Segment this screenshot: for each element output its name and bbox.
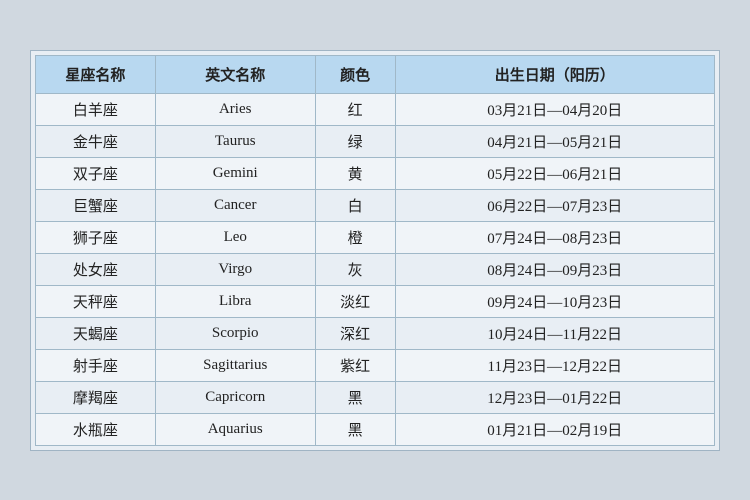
- cell-color: 灰: [315, 253, 395, 285]
- cell-english: Cancer: [155, 189, 315, 221]
- cell-date: 12月23日—01月22日: [395, 381, 714, 413]
- cell-color: 深红: [315, 317, 395, 349]
- table-row: 摩羯座Capricorn黑12月23日—01月22日: [36, 381, 715, 413]
- cell-english: Leo: [155, 221, 315, 253]
- cell-chinese: 天秤座: [36, 285, 156, 317]
- cell-english: Aries: [155, 93, 315, 125]
- cell-color: 橙: [315, 221, 395, 253]
- header-date: 出生日期（阳历）: [395, 55, 714, 93]
- cell-date: 08月24日—09月23日: [395, 253, 714, 285]
- table-row: 金牛座Taurus绿04月21日—05月21日: [36, 125, 715, 157]
- cell-date: 09月24日—10月23日: [395, 285, 714, 317]
- cell-english: Sagittarius: [155, 349, 315, 381]
- cell-chinese: 狮子座: [36, 221, 156, 253]
- cell-color: 白: [315, 189, 395, 221]
- cell-color: 紫红: [315, 349, 395, 381]
- cell-chinese: 处女座: [36, 253, 156, 285]
- cell-english: Aquarius: [155, 413, 315, 445]
- cell-chinese: 金牛座: [36, 125, 156, 157]
- cell-color: 黄: [315, 157, 395, 189]
- cell-chinese: 射手座: [36, 349, 156, 381]
- table-row: 白羊座Aries红03月21日—04月20日: [36, 93, 715, 125]
- zodiac-table-container: 星座名称 英文名称 颜色 出生日期（阳历） 白羊座Aries红03月21日—04…: [30, 50, 720, 451]
- cell-english: Libra: [155, 285, 315, 317]
- cell-chinese: 水瓶座: [36, 413, 156, 445]
- table-row: 巨蟹座Cancer白06月22日—07月23日: [36, 189, 715, 221]
- table-row: 射手座Sagittarius紫红11月23日—12月22日: [36, 349, 715, 381]
- cell-english: Scorpio: [155, 317, 315, 349]
- cell-color: 黑: [315, 381, 395, 413]
- table-header-row: 星座名称 英文名称 颜色 出生日期（阳历）: [36, 55, 715, 93]
- cell-date: 07月24日—08月23日: [395, 221, 714, 253]
- cell-chinese: 白羊座: [36, 93, 156, 125]
- table-row: 双子座Gemini黄05月22日—06月21日: [36, 157, 715, 189]
- cell-date: 03月21日—04月20日: [395, 93, 714, 125]
- header-color: 颜色: [315, 55, 395, 93]
- header-chinese: 星座名称: [36, 55, 156, 93]
- cell-date: 05月22日—06月21日: [395, 157, 714, 189]
- cell-english: Taurus: [155, 125, 315, 157]
- cell-chinese: 巨蟹座: [36, 189, 156, 221]
- cell-english: Gemini: [155, 157, 315, 189]
- cell-date: 01月21日—02月19日: [395, 413, 714, 445]
- cell-date: 04月21日—05月21日: [395, 125, 714, 157]
- cell-english: Capricorn: [155, 381, 315, 413]
- cell-color: 黑: [315, 413, 395, 445]
- cell-date: 10月24日—11月22日: [395, 317, 714, 349]
- cell-english: Virgo: [155, 253, 315, 285]
- cell-color: 淡红: [315, 285, 395, 317]
- cell-color: 绿: [315, 125, 395, 157]
- cell-chinese: 摩羯座: [36, 381, 156, 413]
- cell-chinese: 双子座: [36, 157, 156, 189]
- table-row: 天蝎座Scorpio深红10月24日—11月22日: [36, 317, 715, 349]
- header-english: 英文名称: [155, 55, 315, 93]
- table-row: 天秤座Libra淡红09月24日—10月23日: [36, 285, 715, 317]
- cell-date: 06月22日—07月23日: [395, 189, 714, 221]
- zodiac-table: 星座名称 英文名称 颜色 出生日期（阳历） 白羊座Aries红03月21日—04…: [35, 55, 715, 446]
- cell-color: 红: [315, 93, 395, 125]
- table-row: 水瓶座Aquarius黑01月21日—02月19日: [36, 413, 715, 445]
- cell-date: 11月23日—12月22日: [395, 349, 714, 381]
- cell-chinese: 天蝎座: [36, 317, 156, 349]
- table-row: 处女座Virgo灰08月24日—09月23日: [36, 253, 715, 285]
- table-row: 狮子座Leo橙07月24日—08月23日: [36, 221, 715, 253]
